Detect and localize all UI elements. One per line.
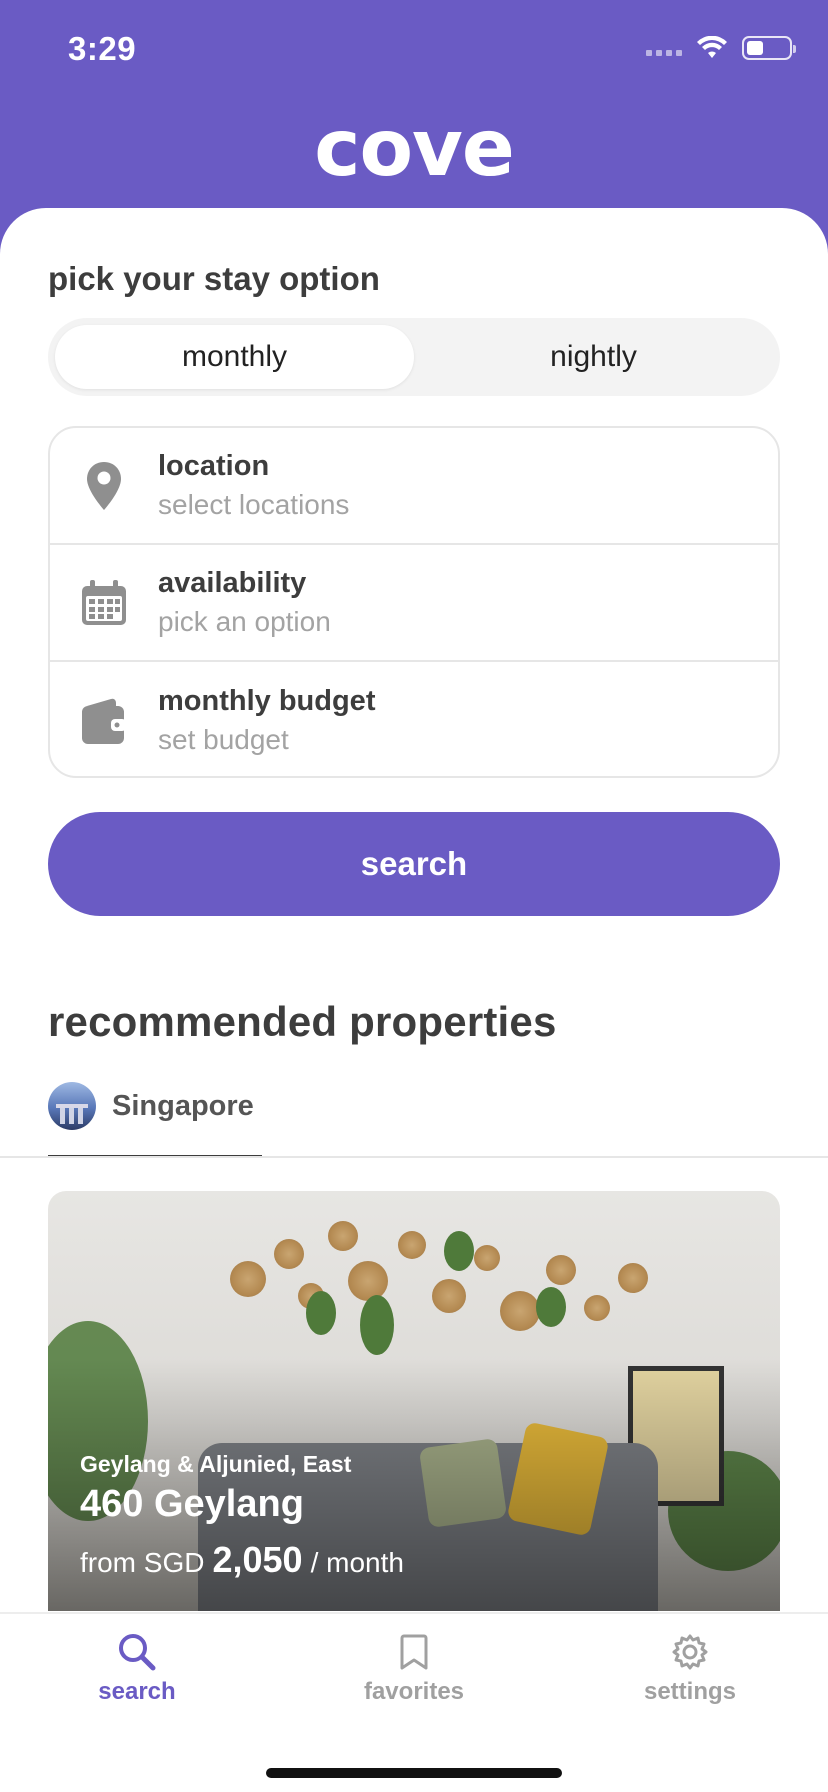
budget-field[interactable]: monthly budget set budget <box>50 662 778 776</box>
property-name: 460 Geylang <box>80 1483 304 1525</box>
calendar-icon <box>50 579 158 627</box>
city-avatar <box>48 1082 96 1130</box>
bookmark-icon <box>400 1634 428 1670</box>
property-price: from SGD 2,050 / month <box>80 1539 404 1581</box>
tab-divider <box>0 1156 828 1158</box>
price-prefix: from SGD <box>80 1547 205 1578</box>
home-indicator <box>266 1768 562 1778</box>
location-value: select locations <box>158 489 350 520</box>
price-suffix: / month <box>310 1547 404 1578</box>
tab-favorites[interactable]: favorites <box>314 1632 514 1706</box>
city-tab-label: Singapore <box>112 1090 254 1122</box>
search-button[interactable]: search <box>48 812 780 916</box>
stay-option-title: pick your stay option <box>48 260 380 297</box>
recommended-title: recommended properties <box>48 998 557 1045</box>
tab-search[interactable]: search <box>37 1632 237 1706</box>
bottom-tab-bar: search favorites settings <box>0 1612 828 1792</box>
budget-value: set budget <box>158 724 289 755</box>
status-bar: 3:29 <box>0 0 828 100</box>
property-area: Geylang & Aljunied, East <box>80 1451 352 1477</box>
tab-search-label: search <box>98 1678 176 1705</box>
availability-value: pick an option <box>158 606 331 637</box>
price-amount: 2,050 <box>212 1539 303 1580</box>
budget-label: monthly budget <box>158 685 376 717</box>
battery-icon <box>742 36 796 60</box>
stay-option-monthly[interactable]: monthly <box>55 325 414 389</box>
tab-settings[interactable]: settings <box>590 1632 790 1706</box>
stay-option-nightly[interactable]: nightly <box>414 325 773 389</box>
availability-label: availability <box>158 567 307 599</box>
status-icons <box>646 36 796 60</box>
search-icon <box>119 1634 156 1671</box>
wifi-icon <box>697 36 727 58</box>
availability-field[interactable]: availability pick an option <box>50 545 778 662</box>
wallet-icon <box>50 697 158 745</box>
property-card[interactable]: Geylang & Aljunied, East 460 Geylang fro… <box>48 1191 780 1611</box>
location-pin-icon <box>50 461 158 511</box>
gear-icon <box>672 1634 708 1670</box>
city-tab-singapore[interactable]: Singapore <box>48 1082 262 1158</box>
location-label: location <box>158 450 270 482</box>
status-time: 3:29 <box>68 30 137 67</box>
tab-favorites-label: favorites <box>363 1678 465 1705</box>
stay-option-toggle: monthly nightly <box>48 318 780 396</box>
tab-settings-label: settings <box>643 1678 736 1705</box>
app-logo: cove <box>314 104 515 194</box>
location-field[interactable]: location select locations <box>50 428 778 545</box>
signal-icon <box>646 50 682 56</box>
search-fields: location select locations availability p… <box>48 426 780 778</box>
search-sheet: pick your stay option monthly nightly lo… <box>0 208 828 1792</box>
